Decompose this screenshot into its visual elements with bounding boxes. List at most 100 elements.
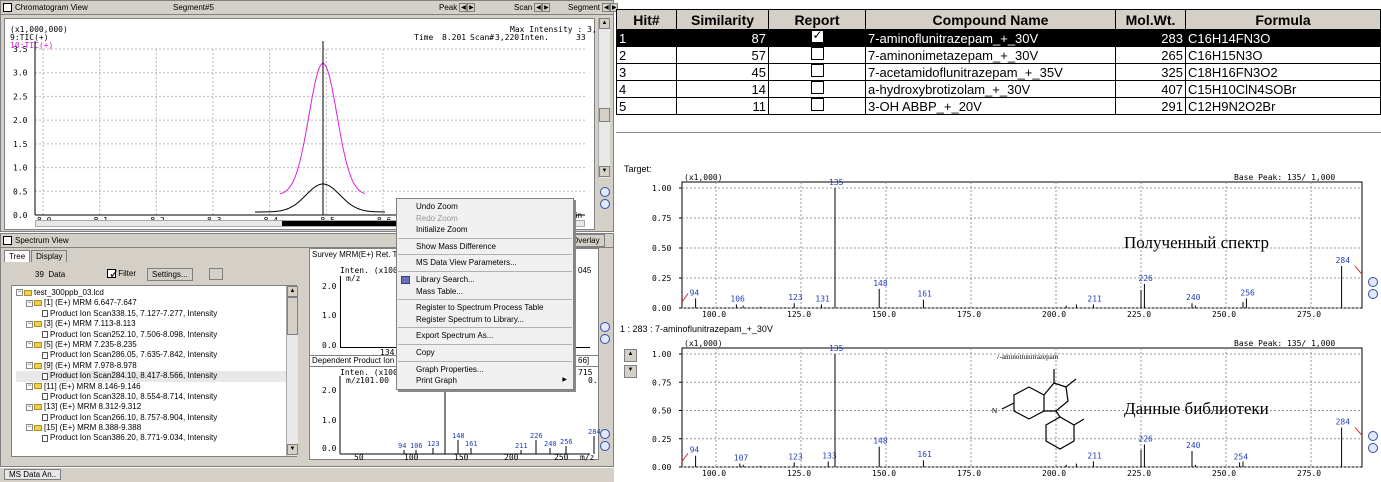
menu-item[interactable]: Copy (397, 347, 573, 359)
survey-y1: 1.0 (322, 311, 337, 320)
spectrum-window-menu-icon[interactable] (3, 236, 12, 245)
hit-row[interactable]: 5 11 3-OH ABBP_+_20V 291 C12H9N2O2Br (616, 97, 1381, 115)
menu-item[interactable]: Export Spectrum As... (397, 330, 573, 342)
hit-row[interactable]: 3 45 7-acetamidoflunitrazepam_+_35V 325 C18H… (616, 63, 1381, 81)
tree-item[interactable]: Product Ion Scan284.10, 8.417-8.566, Int… (16, 371, 296, 382)
menu-item-label: Library Search... (416, 274, 475, 284)
zoom-out-icon[interactable] (600, 199, 610, 209)
tree-item[interactable]: Product Ion Scan266.10, 8.757-8.904, Int… (16, 413, 296, 423)
tree-collapse-icon[interactable]: − (26, 424, 33, 432)
tree-scroll-down[interactable]: ▼ (287, 444, 298, 455)
tree-item[interactable]: Product Ion Scan286.05, 7.635-7.842, Int… (16, 350, 296, 360)
target-zoom-in-icon[interactable] (1368, 277, 1378, 287)
scan-prev-button[interactable]: ◀ (534, 3, 543, 13)
chrom-scroll-thumb[interactable] (599, 108, 610, 122)
menu-item[interactable]: Register to Spectrum Process Table (397, 302, 573, 314)
tree-item[interactable]: − [13] (E+) MRM 8.312-9.312 (16, 402, 296, 412)
library-y-tick: 0.25 (652, 435, 671, 444)
chrom-y-tick: 1.5 (13, 140, 28, 149)
tree-item[interactable]: Product Ion Scan386.20, 8.771-9.034, Int… (16, 433, 296, 443)
chrom-scrollbar[interactable]: ▲ ▼ (598, 18, 610, 178)
tree-item[interactable]: − [3] (E+) MRM 7.113-8.113 (16, 319, 296, 329)
hit-column-header[interactable]: Similarity (676, 9, 769, 30)
library-zoom-out-icon[interactable] (1368, 443, 1378, 453)
menu-item[interactable]: Print Graph ▶ (397, 375, 573, 387)
chrom-slider-thumb[interactable] (282, 221, 406, 226)
tree-collapse-icon[interactable]: − (26, 362, 33, 370)
hit-row[interactable]: 4 14 a-hydroxybrotizolam_+_30V 407 C15H10ClN… (616, 80, 1381, 98)
hit-column-header[interactable]: Mol.Wt. (1115, 9, 1186, 30)
dep-zoom-out-icon[interactable] (600, 441, 610, 451)
tree-collapse-icon[interactable]: − (26, 320, 33, 328)
zoom-in-icon[interactable] (600, 187, 610, 197)
library-peak-label: 161 (917, 450, 932, 459)
tree-collapse-icon[interactable]: − (26, 299, 33, 307)
hit-column-header[interactable]: Compound Name (865, 9, 1116, 30)
tree-item[interactable]: − [11] (E+) MRM 8.146-9.146 (16, 382, 296, 392)
tree-collapse-icon[interactable]: − (26, 341, 33, 349)
tree-collapse-icon[interactable]: − (26, 382, 33, 390)
menu-item[interactable]: Initialize Zoom (397, 224, 573, 236)
peak-nav: Peak ◀ ▶ (439, 1, 476, 14)
tree-item[interactable]: Product Ion Scan338.15, 7.127-7.277, Int… (16, 309, 296, 319)
menu-item[interactable]: Library Search... (397, 274, 573, 286)
tab-display[interactable]: Display (31, 250, 68, 262)
segment-prev-button[interactable]: ◀ (602, 3, 611, 13)
library-zoom-in-icon[interactable] (1368, 431, 1378, 441)
context-menu: Undo Zoom Redo Zoom Initialize Zoom Show Ma… (396, 198, 574, 390)
dep-peak-label: 106 (410, 442, 423, 450)
tree-item[interactable]: − [9] (E+) MRM 7.978-8.978 (16, 361, 296, 371)
survey-zoom-out-icon[interactable] (600, 334, 610, 344)
tree-item[interactable]: − [5] (E+) MRM 7.235-8.235 (16, 340, 296, 350)
tree-item[interactable]: − [1] (E+) MRM 6.647-7.647 (16, 298, 296, 308)
report-checkbox[interactable] (810, 64, 824, 77)
report-checkbox[interactable] (810, 30, 824, 43)
hit-column-header[interactable]: Formula (1185, 9, 1381, 30)
tree-item-label: [13] (E+) MRM 8.312-9.312 (44, 402, 142, 412)
tree-item[interactable]: Product Ion Scan328.10, 8.554-8.714, Int… (16, 392, 296, 402)
tree-collapse-icon[interactable]: − (16, 289, 23, 297)
menu-item[interactable]: Register Spectrum to Library... (397, 314, 573, 326)
report-checkbox[interactable] (810, 81, 824, 94)
survey-zoom-in-icon[interactable] (600, 322, 610, 332)
filter-checkbox[interactable]: Filter (107, 267, 136, 281)
taskbar-ms-data[interactable]: MS Data An.. (4, 469, 62, 480)
report-checkbox[interactable] (810, 98, 824, 111)
hit-column-header[interactable]: Hit# (616, 9, 677, 30)
target-base-peak: Base Peak: 135/ 1,000 (1234, 173, 1335, 182)
menu-item[interactable]: Show Mass Difference (397, 241, 573, 253)
tree-item[interactable]: − test_300ppb_03.lcd (16, 288, 296, 298)
copy-icon[interactable] (209, 268, 223, 280)
report-checkbox[interactable] (810, 47, 824, 60)
library-peak-label: 135 (829, 344, 844, 353)
peak-prev-button[interactable]: ◀ (459, 3, 468, 13)
chrom-scroll-down[interactable]: ▼ (599, 166, 610, 177)
tab-tree[interactable]: Tree (4, 250, 31, 262)
chrom-inten-label: Inten. (520, 33, 549, 42)
dep-zoom-in-icon[interactable] (600, 429, 610, 439)
tree-collapse-icon[interactable]: − (26, 403, 33, 411)
tree-scroll-up[interactable]: ▲ (287, 286, 298, 297)
menu-item[interactable]: Redo Zoom (397, 213, 573, 225)
chrom-scroll-up[interactable]: ▲ (599, 18, 610, 29)
menu-item[interactable]: Undo Zoom (397, 201, 573, 213)
tree-scrollbar[interactable]: ▲ ▼ (286, 286, 298, 456)
hit-column-header[interactable]: Report (768, 9, 866, 30)
chrom-scan-value: 3,220 (495, 33, 519, 42)
menu-item[interactable]: MS Data View Parameters... (397, 257, 573, 269)
menu-item[interactable]: Mass Table... (397, 286, 573, 298)
filter-check-icon[interactable] (107, 267, 119, 281)
settings-button[interactable]: Settings... (147, 268, 193, 281)
hit-row[interactable]: 2 57 7-aminonimetazepam_+_30V 265 C16H15N3O (616, 46, 1381, 64)
menu-item[interactable]: Graph Properties... (397, 364, 573, 376)
data-tree[interactable]: − test_300ppb_03.lcd − [1] (E+) MRM 6.647-7… (11, 285, 297, 457)
scan-next-button[interactable]: ▶ (542, 3, 551, 13)
tree-item[interactable]: − [15] (E+) MRM 8.388-9.388 (16, 423, 296, 433)
tree-scroll-thumb[interactable] (287, 297, 298, 335)
hit-row[interactable]: 187 7-aminoflunitrazepam_+_30V283C16H14FN… (616, 29, 1381, 47)
target-zoom-out-icon[interactable] (1368, 289, 1378, 299)
tree-item[interactable]: Product Ion Scan252.10, 7.506-8.098, Int… (16, 330, 296, 340)
peak-next-button[interactable]: ▶ (467, 3, 476, 13)
chromatogram-titlebar: Chromatogram View Segment#5 Peak ◀ ▶ Scan… (1, 1, 619, 15)
window-menu-icon[interactable] (3, 3, 12, 12)
